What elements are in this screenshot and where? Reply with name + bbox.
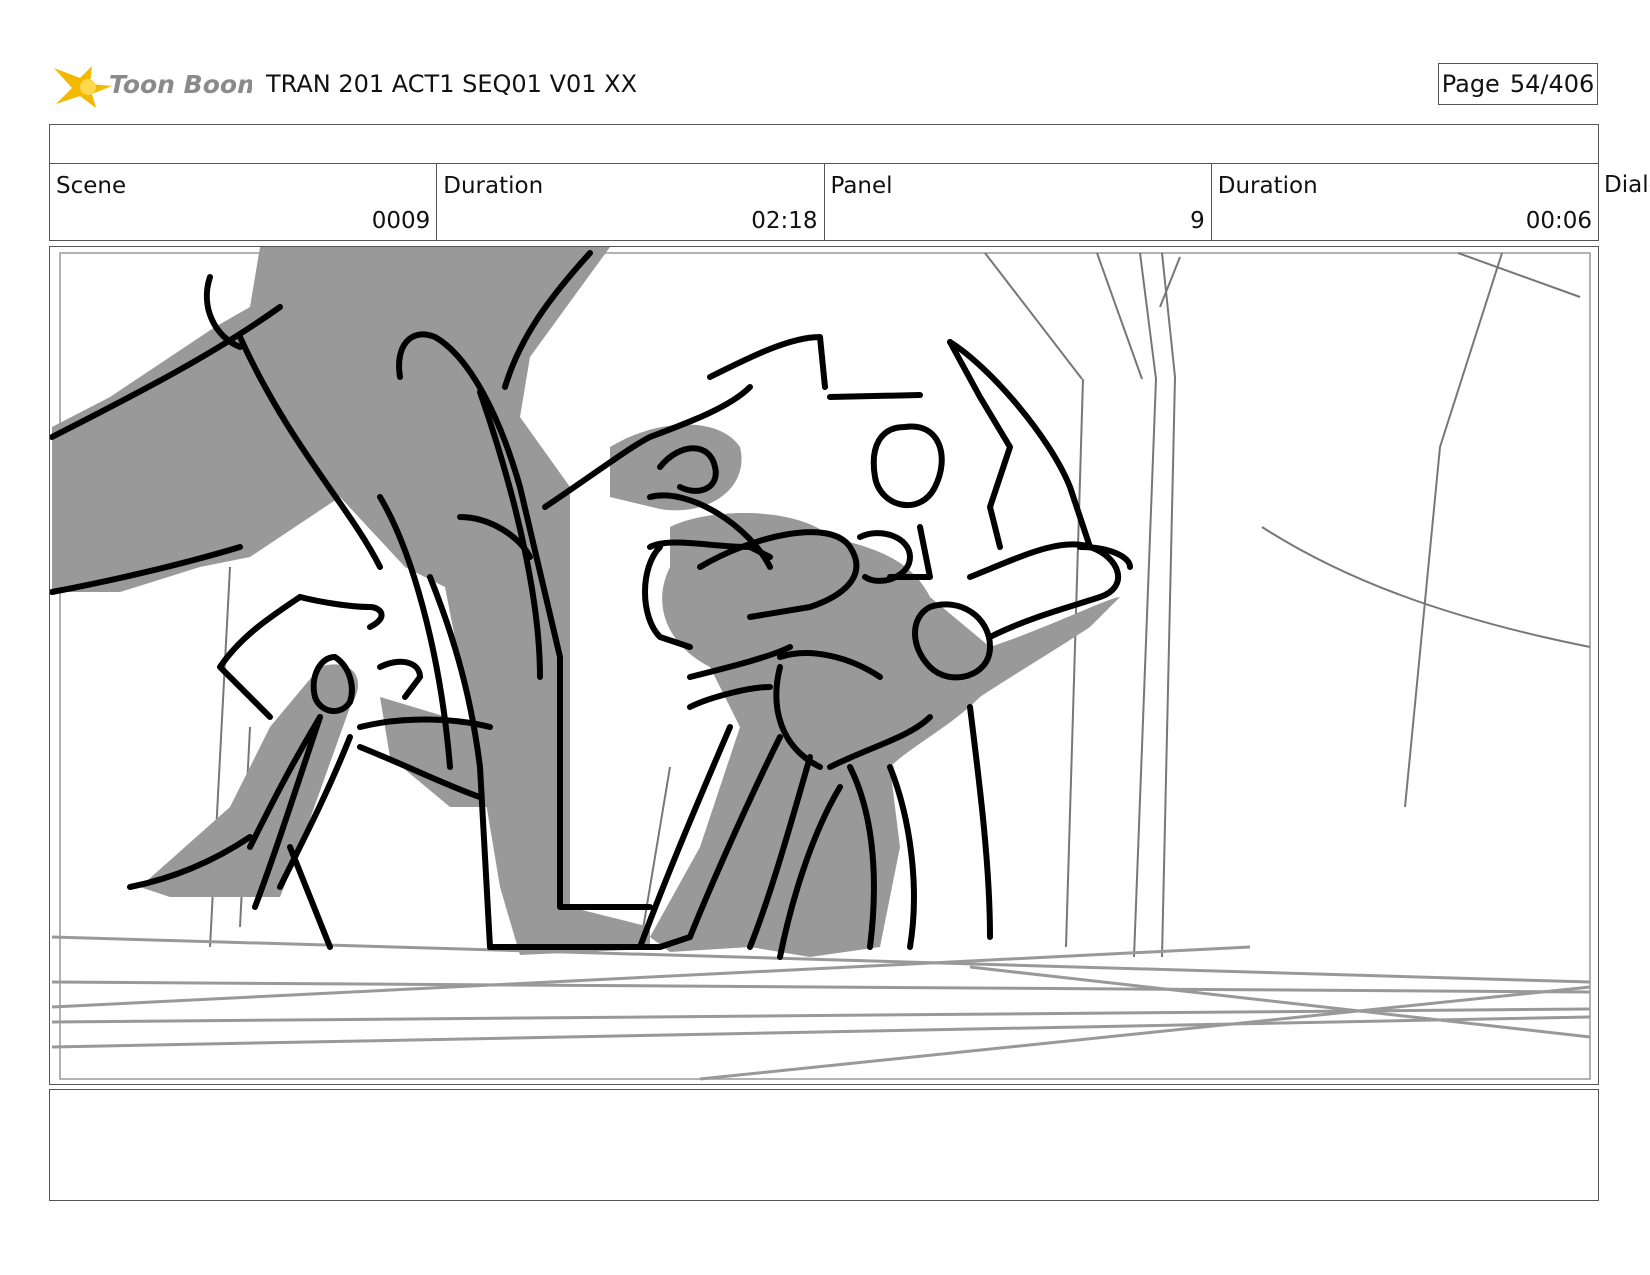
scene-duration-cell: Duration 02:18	[437, 164, 825, 240]
panel-duration-label: Duration	[1217, 173, 1318, 199]
panel-cell: Panel 9	[825, 164, 1212, 240]
panel-duration-cell: Duration 00:06	[1212, 164, 1598, 240]
panel-number: 9	[1190, 208, 1205, 234]
floor-lines	[51, 935, 1591, 1081]
scene-duration-value: 02:18	[751, 208, 818, 234]
toon-boom-logo: Toon Boom	[54, 66, 252, 108]
header-strip	[49, 124, 1599, 164]
document-title: TRAN 201 ACT1 SEQ01 V01 XX	[266, 70, 638, 98]
page-number: 54/406	[1509, 70, 1595, 98]
scene-duration-label: Duration	[443, 173, 544, 199]
scene-number: 0009	[371, 208, 431, 234]
scene-cell: Scene 0009	[50, 164, 438, 240]
storyboard-panel	[49, 246, 1599, 1085]
page-label: Page	[1441, 70, 1500, 98]
scene-info-row: Scene 0009 Duration 02:18 Panel 9 Durati…	[49, 163, 1599, 241]
scene-label: Scene	[56, 173, 127, 199]
dialog-label: Dialog	[1604, 172, 1650, 198]
panel-duration-value: 00:06	[1525, 208, 1592, 234]
logo-text: Toon Boom	[109, 70, 252, 99]
panel-label: Panel	[830, 173, 893, 199]
sketch-drawing	[50, 247, 1591, 1081]
page-indicator: Page 54/406	[1438, 63, 1598, 105]
notes-box	[49, 1089, 1599, 1201]
